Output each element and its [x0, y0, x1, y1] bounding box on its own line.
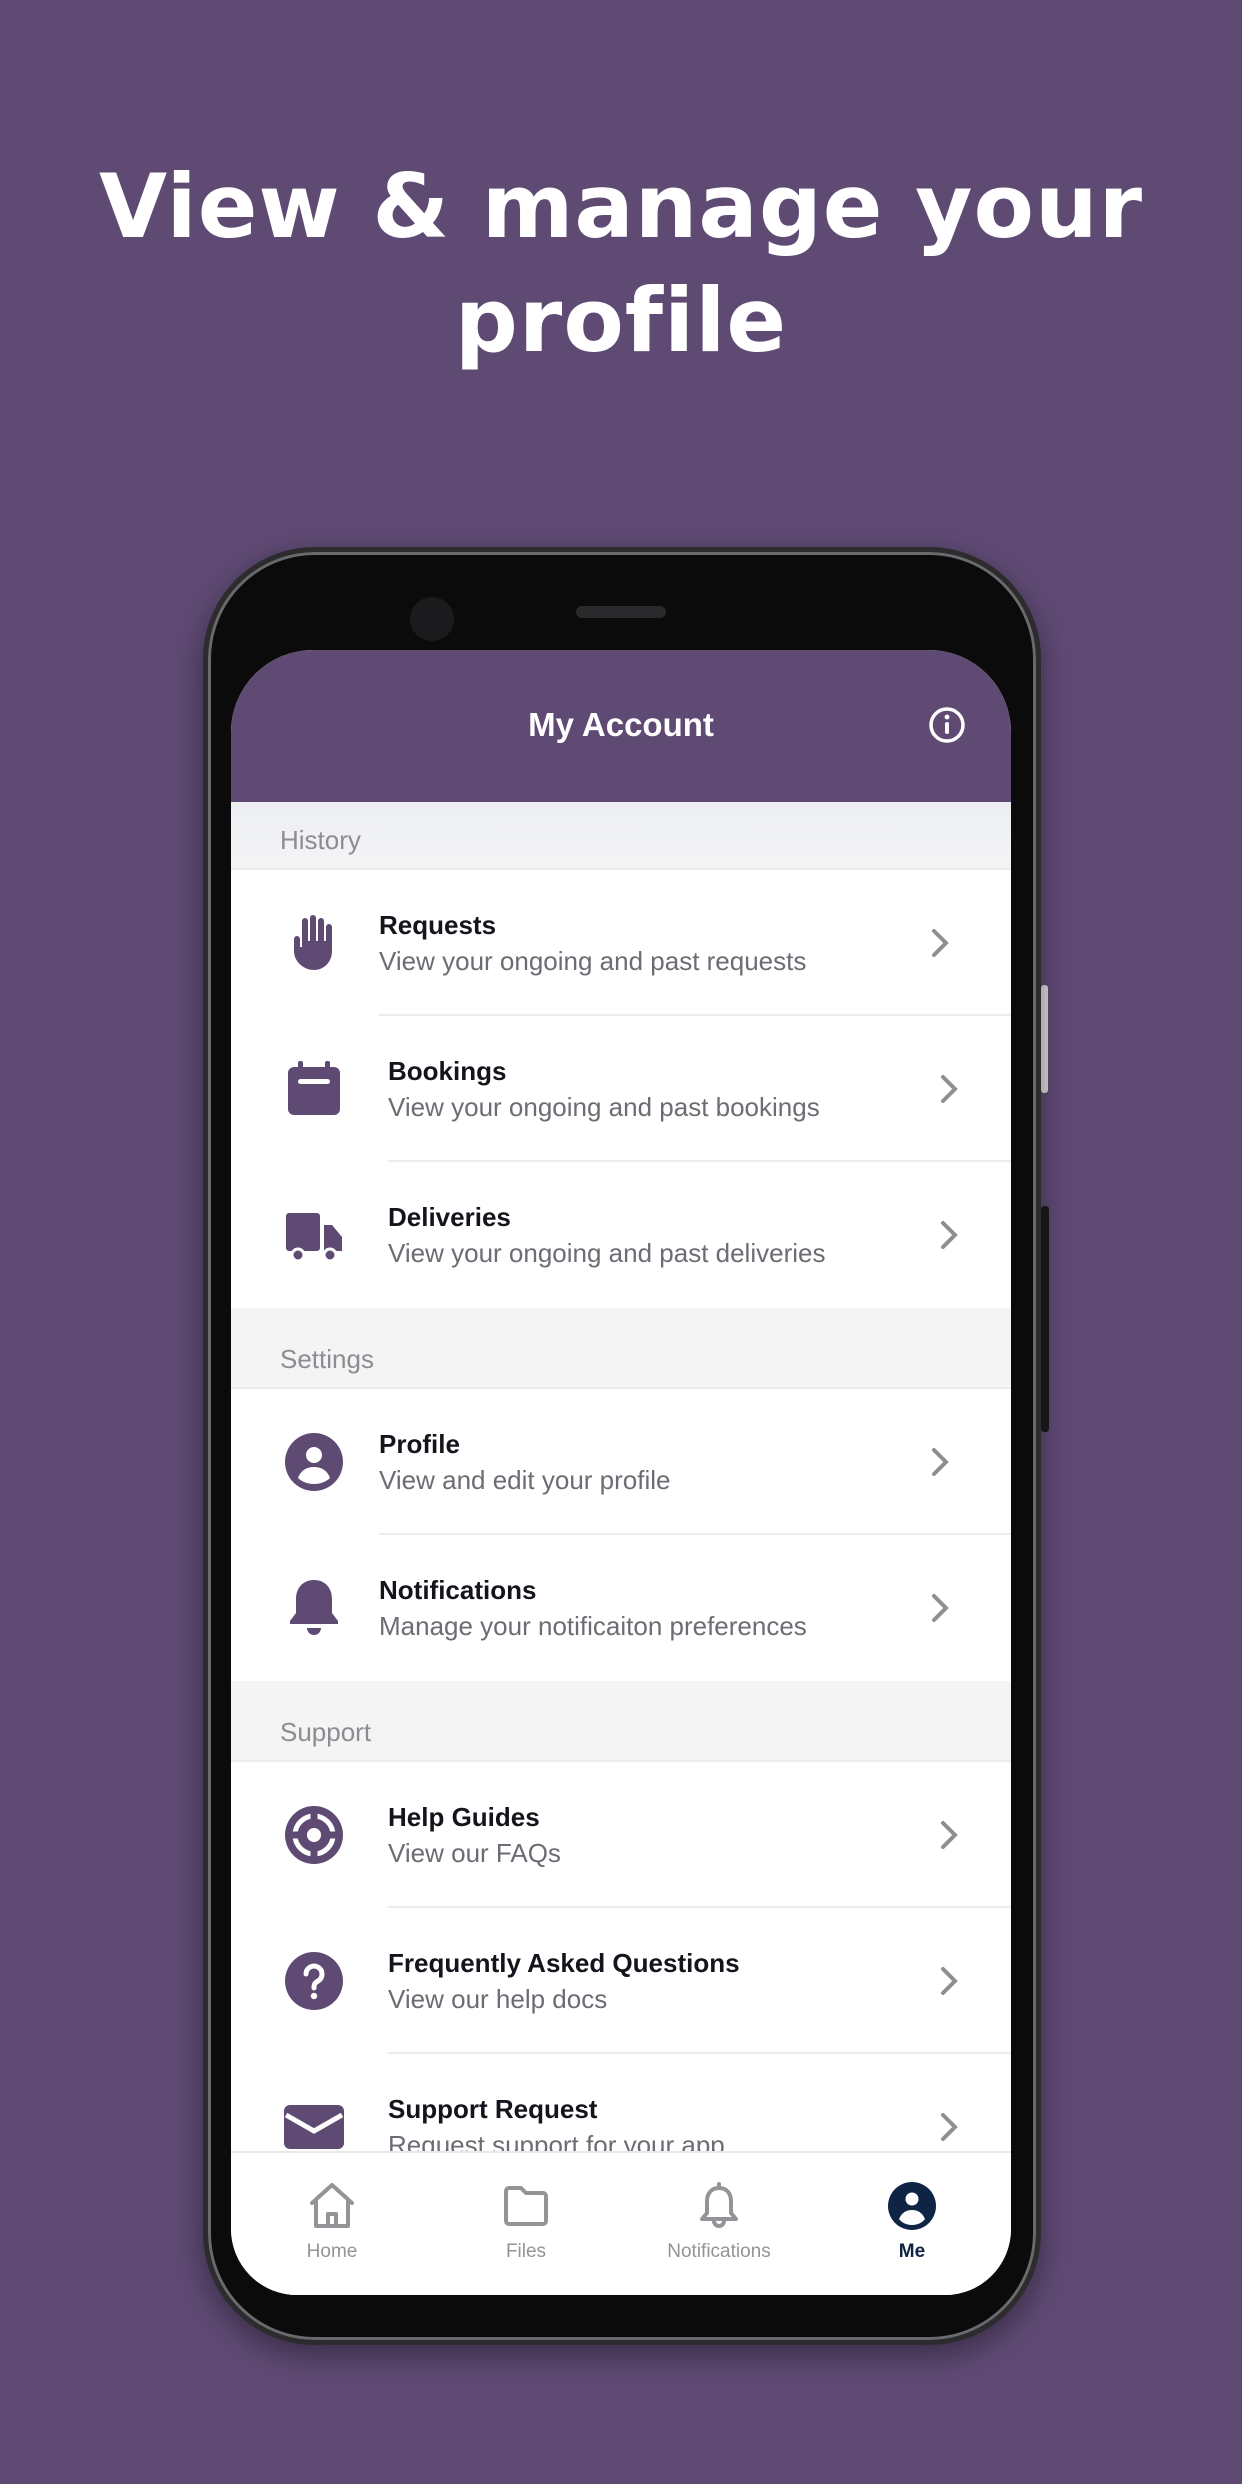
chevron-right-icon [932, 1448, 949, 1476]
tab-label: Me [898, 2241, 926, 2262]
item-subtitle: View your ongoing and past deliveries [388, 1238, 826, 1268]
section-header-history: History [231, 802, 1011, 870]
phone-volume-button [1041, 1206, 1049, 1432]
item-title: Frequently Asked Questions [388, 1948, 740, 1978]
headline-line-2: profile [454, 269, 788, 372]
item-title: Bookings [388, 1056, 507, 1086]
bell-outline-icon [700, 2182, 738, 2228]
calendar-icon [288, 1061, 340, 1115]
item-subtitle: Manage your notificaiton preferences [379, 1611, 807, 1641]
user-circle-icon [888, 2182, 936, 2230]
chevron-right-icon [941, 1821, 958, 1849]
home-icon [310, 2183, 354, 2228]
item-title: Notifications [379, 1575, 537, 1605]
list-item-deliveries[interactable]: Deliveries View your ongoing and past de… [231, 1162, 1011, 1308]
headline: View & manage your profile [0, 150, 1242, 378]
item-title: Deliveries [388, 1202, 511, 1232]
section-header-support: Support [231, 1681, 1011, 1762]
tab-notifications[interactable]: Notifications [629, 2153, 809, 2295]
bottom-tab-bar: Home Files Notifications Me [231, 2151, 1011, 2295]
lifebuoy-icon [285, 1806, 343, 1864]
tab-label: Notifications [667, 2241, 771, 2262]
section-header-settings: Settings [231, 1308, 1011, 1389]
tab-label: Home [306, 2241, 358, 2262]
chevron-right-icon [941, 1221, 958, 1249]
phone-power-button [1041, 985, 1048, 1093]
item-title: Support Request [388, 2094, 598, 2124]
tab-me[interactable]: Me [822, 2153, 1002, 2295]
chevron-right-icon [932, 929, 949, 957]
tab-files[interactable]: Files [436, 2153, 616, 2295]
list-item-help-guides[interactable]: Help Guides View our FAQs [231, 1762, 1011, 1908]
list-item-support-request[interactable]: Support Request Request support for your… [231, 2054, 1011, 2151]
list-item-requests[interactable]: Requests View your ongoing and past requ… [231, 870, 1011, 1016]
item-subtitle: View our help docs [388, 1984, 608, 2014]
account-list[interactable]: History Requests View your ongoing and p… [231, 802, 1011, 2151]
hand-icon [294, 915, 332, 970]
tab-home[interactable]: Home [242, 2153, 422, 2295]
item-subtitle: View and edit your profile [379, 1465, 671, 1495]
item-subtitle: View our FAQs [388, 1838, 561, 1868]
item-title: Requests [379, 910, 497, 940]
item-subtitle: Request support for your app [388, 2130, 725, 2151]
section-label: History [280, 825, 361, 855]
item-subtitle: View your ongoing and past bookings [388, 1092, 820, 1122]
app-header: My Account [231, 650, 1011, 802]
info-circle-icon[interactable] [928, 706, 966, 744]
headline-line-1: View & manage your [98, 155, 1143, 258]
list-item-faq[interactable]: Frequently Asked Questions View our help… [231, 1908, 1011, 2054]
truck-icon [286, 1213, 342, 1263]
front-camera [410, 597, 454, 641]
chevron-right-icon [941, 1967, 958, 1995]
list-item-profile[interactable]: Profile View and edit your profile [231, 1389, 1011, 1535]
section-label: Settings [280, 1344, 374, 1374]
app-screen: My Account History Requests View your on… [231, 650, 1011, 2295]
item-title: Help Guides [388, 1802, 540, 1832]
earpiece-speaker [576, 606, 666, 618]
list-item-bookings[interactable]: Bookings View your ongoing and past book… [231, 1016, 1011, 1162]
chevron-right-icon [941, 1075, 958, 1103]
bell-icon [290, 1580, 338, 1635]
envelope-icon [284, 2105, 344, 2149]
folder-icon [504, 2186, 548, 2226]
user-circle-icon [285, 1433, 343, 1491]
item-subtitle: View your ongoing and past requests [379, 946, 807, 976]
section-label: Support [280, 1717, 372, 1747]
question-circle-icon [285, 1952, 343, 2010]
item-title: Profile [379, 1429, 460, 1459]
tab-label: Files [505, 2241, 547, 2262]
chevron-right-icon [941, 2113, 958, 2141]
list-item-notifications[interactable]: Notifications Manage your notificaiton p… [231, 1535, 1011, 1681]
chevron-right-icon [932, 1594, 949, 1622]
page-title: My Account [528, 706, 714, 743]
